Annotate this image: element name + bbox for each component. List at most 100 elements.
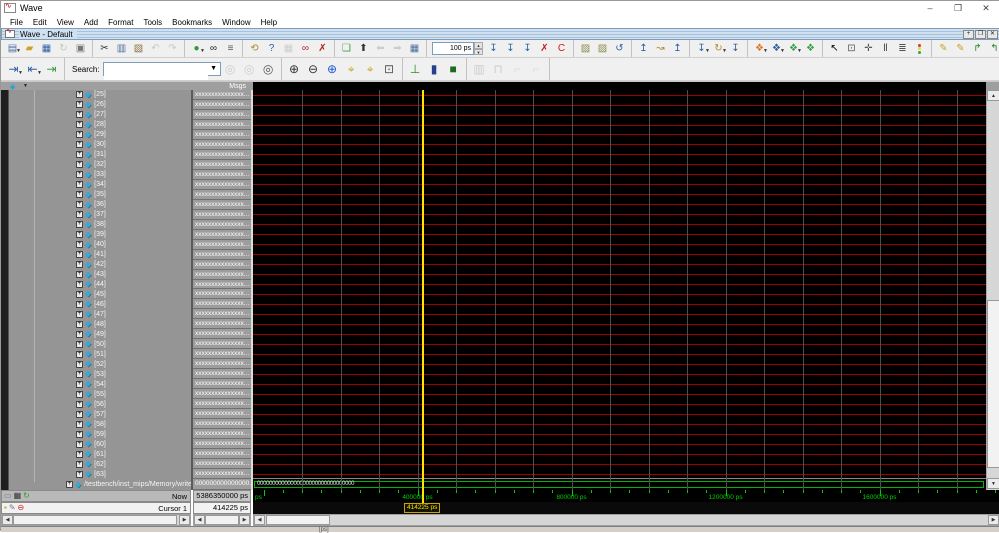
expand-icon[interactable]: + xyxy=(76,251,83,259)
expand-icon[interactable]: + xyxy=(76,211,83,219)
x-value-waveform[interactable] xyxy=(253,274,986,276)
x-value-waveform[interactable] xyxy=(253,134,986,136)
expand-icon[interactable]: + xyxy=(76,221,83,229)
add-selected-button[interactable]: ⇥ ▼ xyxy=(4,61,23,78)
sim-grid-button[interactable]: ▦ xyxy=(280,41,297,56)
refresh-icon[interactable]: ↻ xyxy=(23,492,30,500)
x-value-waveform[interactable] xyxy=(253,343,986,345)
zoom-mode-button[interactable]: ⊡ xyxy=(380,61,399,78)
scroll-right-button[interactable]: ▶ xyxy=(239,515,250,525)
signal-row[interactable]: + ◆ [26] xyxy=(9,100,191,110)
x-value-waveform[interactable] xyxy=(253,184,986,186)
msgs-column-header[interactable]: Msgs xyxy=(193,83,249,90)
signal-row[interactable]: +◆/testbench/inst_mips/Memory/write_mask… xyxy=(9,479,191,490)
x-value-waveform[interactable] xyxy=(253,294,986,296)
nav-back-button[interactable]: ⬅ xyxy=(372,41,389,56)
x-value-waveform[interactable] xyxy=(253,284,986,286)
dataset-button[interactable]: ❏ xyxy=(338,41,355,56)
scrollbar-thumb[interactable] xyxy=(13,515,177,525)
wrap-button[interactable]: ↝ xyxy=(652,41,669,56)
chevron-down-icon[interactable]: ▼ xyxy=(208,63,220,75)
expand-icon[interactable]: + xyxy=(76,430,83,438)
delete-cursor-button[interactable]: ■ xyxy=(444,61,463,78)
x-value-waveform[interactable] xyxy=(253,453,986,455)
expand-icon[interactable]: + xyxy=(76,151,83,159)
run-options-button[interactable]: ● ▼ xyxy=(188,41,205,56)
x-value-waveform[interactable] xyxy=(253,214,986,216)
signal-row[interactable]: + ◆ [46] xyxy=(9,299,191,309)
menu-tools[interactable]: Tools xyxy=(138,18,167,27)
expand-icon[interactable]: + xyxy=(76,111,83,119)
signal-row[interactable]: + ◆ [51] xyxy=(9,349,191,359)
run-step-button[interactable]: ↧ xyxy=(485,41,502,56)
expand-icon[interactable]: + xyxy=(76,290,83,298)
expand-icon[interactable]: + xyxy=(76,280,83,288)
monitor-icon[interactable]: ▦ xyxy=(14,492,22,500)
x-value-waveform[interactable] xyxy=(253,443,986,445)
add-region-button[interactable]: ⇤ ▼ xyxy=(23,61,42,78)
wave-h-scrollbar[interactable]: ◀ ▶ xyxy=(253,514,999,526)
signal-row[interactable]: + ◆ [25] xyxy=(9,90,191,100)
x-value-waveform[interactable] xyxy=(253,353,986,355)
prev-rise-button[interactable]: ↰ xyxy=(986,41,999,56)
x-value-waveform[interactable] xyxy=(253,324,986,325)
stop-button[interactable]: ✗ xyxy=(536,41,553,56)
update-button[interactable]: ↺ xyxy=(611,41,628,56)
signal-row[interactable]: + ◆ [40] xyxy=(9,240,191,250)
reload-button[interactable]: ↻ xyxy=(55,41,72,56)
signal-row[interactable]: + ◆ [58] xyxy=(9,419,191,429)
expand-icon[interactable]: + xyxy=(76,300,83,308)
x-value-waveform[interactable] xyxy=(253,314,986,316)
expand-icon[interactable]: + xyxy=(76,460,83,468)
expand-icon[interactable]: + xyxy=(76,121,83,129)
signal-row[interactable]: + ◆ [27] xyxy=(9,110,191,120)
pane-add-button[interactable]: + xyxy=(963,29,974,39)
expand-icon[interactable]: + xyxy=(76,360,83,368)
menu-edit[interactable]: Edit xyxy=(28,18,52,27)
cursor-track[interactable]: 414225 ps xyxy=(253,502,999,514)
undo-button[interactable]: ↶ xyxy=(147,41,164,56)
scrollbar-thumb[interactable] xyxy=(987,300,999,468)
expand-icon[interactable]: + xyxy=(76,231,83,239)
edge-edit-b-button[interactable]: ✎ xyxy=(952,41,969,56)
x-value-waveform[interactable] xyxy=(253,244,986,246)
close-button[interactable]: ✕ xyxy=(972,1,999,16)
signal-row[interactable]: + ◆ [31] xyxy=(9,150,191,160)
open-folder-button[interactable]: ▰ xyxy=(21,41,38,56)
paste-button[interactable]: ▧ xyxy=(130,41,147,56)
timeline-ruler[interactable]: ps 400000 ps 800000 ps 1200000 ps 1600000 p… xyxy=(253,490,999,502)
sim-restart-button[interactable]: ⟲ xyxy=(246,41,263,56)
x-value-waveform[interactable] xyxy=(253,264,986,266)
redo-button[interactable]: ↷ xyxy=(164,41,181,56)
insert-cursor-button[interactable]: ⊥ xyxy=(406,61,425,78)
signal-row[interactable]: + ◆ [38] xyxy=(9,220,191,230)
signal-row[interactable]: + ◆ [39] xyxy=(9,230,191,240)
names-h-scrollbar[interactable]: ◀ ▶ xyxy=(1,514,191,526)
loop-down-button[interactable]: ↻ ▼ xyxy=(710,41,727,56)
signal-row[interactable]: + ◆ [60] xyxy=(9,439,191,449)
x-value-waveform[interactable] xyxy=(253,393,986,395)
scroll-left-button[interactable]: ◀ xyxy=(254,515,265,525)
expand-icon[interactable]: + xyxy=(76,350,83,358)
edit-mode-button[interactable]: ≣ xyxy=(894,41,911,56)
pointer-mode-button[interactable]: ↖ xyxy=(826,41,843,56)
expand-icon[interactable]: + xyxy=(76,171,83,179)
pan-mode-button[interactable]: ✛ xyxy=(860,41,877,56)
wave-new-button[interactable]: ▦ xyxy=(406,41,423,56)
menu-bookmarks[interactable]: Bookmarks xyxy=(167,18,217,27)
expand-icon[interactable]: + xyxy=(76,261,83,269)
run-all-button[interactable]: ↧ xyxy=(519,41,536,56)
pane-title-bar[interactable]: ∿ Wave - Default + ❐ ✕ xyxy=(1,28,999,40)
menu-format[interactable]: Format xyxy=(103,18,138,27)
signal-row[interactable]: + ◆ [32] xyxy=(9,160,191,170)
find-prev-button[interactable]: ◎ xyxy=(240,61,259,78)
values-h-scrollbar[interactable]: ◀ ▶ xyxy=(193,514,251,526)
add-all-button[interactable]: ⇥ xyxy=(42,61,61,78)
find-options-button[interactable]: ◎ xyxy=(259,61,278,78)
signal-row[interactable]: + ◆ [42] xyxy=(9,260,191,270)
zoom-in-button[interactable]: ⊕ xyxy=(285,61,304,78)
run-button[interactable]: ↧ xyxy=(502,41,519,56)
x-value-waveform[interactable] xyxy=(253,104,986,106)
edit-icon[interactable]: ✎ xyxy=(9,504,16,512)
expand-icon[interactable]: + xyxy=(76,191,83,199)
